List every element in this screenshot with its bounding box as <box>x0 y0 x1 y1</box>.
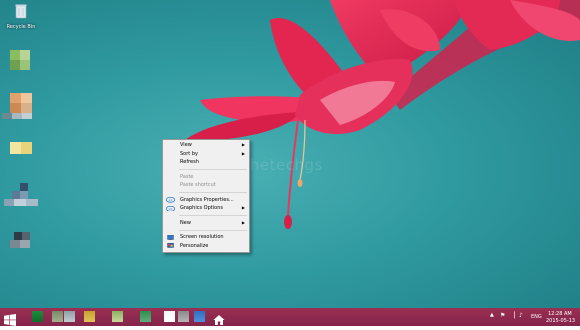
desktop-icon-blurred-3[interactable] <box>10 142 32 154</box>
recycle-bin-label: Recycle Bin <box>6 24 36 30</box>
menu-item-label: Graphics Options <box>180 205 223 211</box>
recycle-bin[interactable]: Recycle Bin <box>4 3 38 30</box>
menu-separator <box>179 169 247 170</box>
menu-item-graphics-options[interactable]: int Graphics Options ▶ <box>163 204 249 213</box>
display-icon <box>167 234 174 240</box>
menu-item-label: Refresh <box>180 159 199 165</box>
menu-item-graphics-properties[interactable]: int Graphics Properties... <box>163 196 249 205</box>
menu-item-label: New <box>180 219 191 226</box>
menu-item-label: Personalize <box>180 242 209 249</box>
network-icon[interactable]: ▕ <box>510 312 515 319</box>
menu-item-screen-resolution[interactable]: Screen resolution <box>163 233 249 242</box>
menu-separator <box>179 215 247 216</box>
desktop-context-menu: View ▶ Sort by ▶ Refresh Paste Paste sho… <box>162 139 250 253</box>
desktop-icon-blurred-4[interactable] <box>4 183 38 213</box>
intel-graphics-icon: int <box>166 197 175 203</box>
clock-date[interactable]: 2015-05-13 <box>546 318 575 324</box>
taskbar-app-7[interactable] <box>164 311 175 322</box>
menu-item-label: Paste shortcut <box>180 182 216 188</box>
menu-item-paste[interactable]: Paste <box>163 173 249 182</box>
menu-item-sort-by[interactable]: Sort by ▶ <box>163 150 249 159</box>
desktop-icon-blurred-5[interactable] <box>10 232 30 260</box>
taskbar: ▲ ⚑ ▕ ♪ ENG 12:28 AM 2015-05-13 <box>0 308 580 326</box>
show-hidden-icons-icon[interactable]: ▲ <box>490 312 494 318</box>
taskbar-app-9[interactable] <box>194 311 205 322</box>
submenu-arrow-icon: ▶ <box>241 142 245 147</box>
taskbar-home-app[interactable] <box>213 311 225 325</box>
taskbar-app-8[interactable] <box>178 311 189 322</box>
menu-item-label: Screen resolution <box>180 234 224 240</box>
menu-item-label: View <box>180 142 192 148</box>
personalize-icon <box>167 243 174 248</box>
menu-item-label: Paste <box>180 173 194 180</box>
clock-time[interactable]: 12:28 AM <box>548 311 572 317</box>
desktop[interactable]: @thetechgs Recycle Bin View ▶ Sort by ▶ … <box>0 0 580 308</box>
wallpaper-flower <box>185 0 580 229</box>
taskbar-app-6[interactable] <box>140 311 151 322</box>
menu-item-label: Sort by <box>180 150 198 157</box>
intel-graphics-icon: int <box>166 205 175 211</box>
svg-text:int: int <box>169 198 174 202</box>
menu-item-new[interactable]: New ▶ <box>163 219 249 228</box>
submenu-arrow-icon: ▶ <box>241 205 245 210</box>
submenu-arrow-icon: ▶ <box>241 150 245 156</box>
taskbar-app-2[interactable] <box>52 311 63 322</box>
desktop-icon-blurred-2[interactable] <box>2 93 32 123</box>
menu-item-paste-shortcut[interactable]: Paste shortcut <box>163 181 249 190</box>
home-icon <box>213 315 225 325</box>
windows-logo-icon <box>4 314 16 326</box>
taskbar-app-1[interactable] <box>32 311 43 322</box>
desktop-icon-blurred-1[interactable] <box>10 50 30 70</box>
menu-item-view[interactable]: View ▶ <box>163 141 249 150</box>
menu-item-personalize[interactable]: Personalize <box>163 242 249 251</box>
menu-item-label: Graphics Properties... <box>180 196 234 203</box>
menu-item-refresh[interactable]: Refresh <box>163 158 249 167</box>
taskbar-app-5[interactable] <box>112 311 123 322</box>
taskbar-app-4[interactable] <box>84 311 95 322</box>
input-language[interactable]: ENG <box>531 314 542 320</box>
volume-icon[interactable]: ♪ <box>519 312 523 319</box>
recycle-bin-icon <box>15 4 27 19</box>
menu-separator <box>179 192 247 193</box>
notification-flag-icon[interactable]: ⚑ <box>500 312 505 319</box>
submenu-arrow-icon: ▶ <box>241 219 245 225</box>
taskbar-app-3[interactable] <box>64 311 75 322</box>
start-button[interactable] <box>4 311 16 326</box>
svg-text:int: int <box>169 206 174 210</box>
menu-separator <box>179 229 247 231</box>
